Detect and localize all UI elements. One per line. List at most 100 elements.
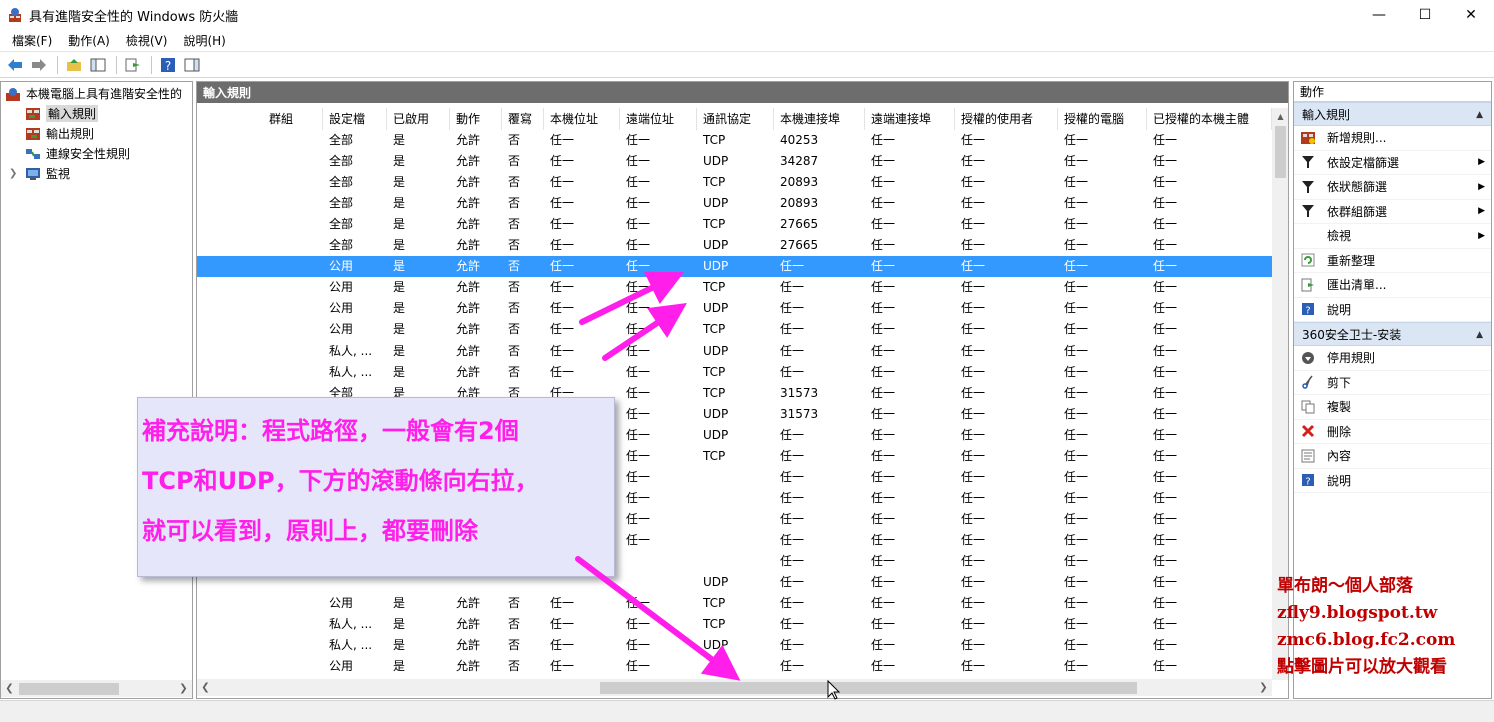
table-cell: 任一 <box>871 175 896 190</box>
action-label: 剪下 <box>1327 375 1352 390</box>
maximize-button[interactable]: ☐ <box>1402 0 1448 30</box>
table-row[interactable]: 公用 是 允許 否 任一 任一 UDP 任一 任一 任一 任一 任一 <box>197 298 1272 319</box>
table-cell: 任一 <box>961 364 986 379</box>
action-item[interactable]: 重新整理 <box>1294 249 1491 273</box>
table-cell: TCP <box>703 364 726 379</box>
column-header[interactable]: 已啟用 <box>387 108 450 130</box>
action-item[interactable]: 新增規則... <box>1294 126 1491 151</box>
action-item[interactable]: 刪除 <box>1294 420 1491 444</box>
tree-horizontal-scrollbar[interactable]: ❮ ❯ <box>1 680 192 697</box>
column-header[interactable]: 本機位址 <box>544 108 620 130</box>
action-item[interactable]: 匯出清單... <box>1294 273 1491 298</box>
table-row[interactable]: 全部 是 允許 否 任一 任一 UDP 27665 任一 任一 任一 任一 <box>197 235 1272 256</box>
action-label: 重新整理 <box>1327 253 1376 268</box>
table-cell: 任一 <box>1064 617 1089 632</box>
menu-action[interactable]: 動作(A) <box>60 32 118 49</box>
scroll-left-arrow-icon[interactable]: ❮ <box>197 679 214 696</box>
tree-item-outbound-rules[interactable]: 輸出規則 <box>25 124 94 143</box>
table-cell: 任一 <box>1153 596 1178 611</box>
scroll-up-arrow-icon[interactable]: ▲ <box>1272 108 1288 125</box>
table-cell: 是 <box>393 617 406 632</box>
action-item[interactable]: 停用規則 <box>1294 346 1491 371</box>
table-cell: 任一 <box>1153 638 1178 653</box>
back-arrow-icon[interactable] <box>4 54 26 76</box>
table-row[interactable]: 公用 是 允許 否 任一 任一 TCP 任一 任一 任一 任一 任一 <box>197 319 1272 340</box>
table-cell: 任一 <box>626 638 651 653</box>
menu-file[interactable]: 檔案(F) <box>4 32 60 49</box>
export-list-icon[interactable] <box>122 54 144 76</box>
table-row[interactable]: 私人, ... 是 允許 否 任一 任一 UDP 任一 任一 任一 任一 任一 <box>197 341 1272 362</box>
table-cell: 任一 <box>550 280 575 295</box>
action-item[interactable]: 依狀態篩選 ▶ <box>1294 175 1491 200</box>
table-cell: 允許 <box>456 659 481 674</box>
action-item[interactable]: 剪下 <box>1294 371 1491 395</box>
actions-section-rule[interactable]: 360安全卫士-安装 ▲ <box>1294 322 1491 346</box>
action-item[interactable]: ? 說明 <box>1294 298 1491 322</box>
column-header[interactable]: 動作 <box>450 108 502 130</box>
action-item[interactable]: 複製 <box>1294 395 1491 420</box>
scroll-right-arrow-icon[interactable]: ❯ <box>1255 679 1272 696</box>
horizontal-scrollbar[interactable]: ❮ ❯ <box>197 679 1272 696</box>
table-row[interactable]: 私人, ... 是 允許 否 任一 任一 UDP 任一 任一 任一 任一 任一 <box>197 635 1272 656</box>
action-item[interactable]: ? 說明 <box>1294 469 1491 493</box>
show-action-pane-icon[interactable] <box>181 54 203 76</box>
actions-section-inbound[interactable]: 輸入規則 ▲ <box>1294 102 1491 126</box>
tree-label: 輸入規則 <box>46 105 99 122</box>
column-header[interactable]: 授權的電腦 <box>1058 108 1147 130</box>
table-row[interactable]: 私人, ... 是 允許 否 任一 任一 TCP 任一 任一 任一 任一 任一 <box>197 362 1272 383</box>
tree-item-monitoring[interactable]: 監視 <box>25 164 70 183</box>
close-button[interactable]: ✕ <box>1448 0 1494 30</box>
table-row[interactable]: 全部 是 允許 否 任一 任一 UDP 20893 任一 任一 任一 任一 <box>197 193 1272 214</box>
column-header[interactable]: 覆寫 <box>502 108 544 130</box>
tree-item-connection-security-rules[interactable]: 連線安全性規則 <box>25 144 130 163</box>
column-header[interactable]: 設定檔 <box>323 108 387 130</box>
menu-view[interactable]: 檢視(V) <box>118 32 176 49</box>
scroll-thumb[interactable] <box>600 682 1137 694</box>
collapse-up-icon[interactable]: ▲ <box>1476 323 1483 347</box>
table-cell: 任一 <box>1064 659 1089 674</box>
collapse-up-icon[interactable]: ▲ <box>1476 103 1483 127</box>
show-tree-icon[interactable] <box>87 54 109 76</box>
table-row[interactable]: 全部 是 允許 否 任一 任一 UDP 34287 任一 任一 任一 任一 <box>197 151 1272 172</box>
table-cell: 任一 <box>550 659 575 674</box>
table-row[interactable]: 全部 是 允許 否 任一 任一 TCP 27665 任一 任一 任一 任一 <box>197 214 1272 235</box>
table-cell: 任一 <box>961 259 986 274</box>
table-row[interactable]: 全部 是 允許 否 任一 任一 TCP 20893 任一 任一 任一 任一 <box>197 172 1272 193</box>
table-row[interactable]: 公用 是 允許 否 任一 任一 UDP 任一 任一 任一 任一 任一 <box>197 256 1272 278</box>
column-header[interactable]: 授權的使用者 <box>955 108 1058 130</box>
scroll-right-arrow-icon[interactable]: ❯ <box>175 680 192 697</box>
table-row[interactable]: 公用 是 允許 否 任一 任一 TCP 任一 任一 任一 任一 任一 <box>197 277 1272 298</box>
tree-item-inbound-rules[interactable]: 輸入規則 <box>25 104 99 123</box>
minimize-button[interactable]: — <box>1356 0 1402 30</box>
action-item[interactable]: 依群組篩選 ▶ <box>1294 200 1491 224</box>
chevron-right-icon[interactable]: ❯ <box>9 168 17 179</box>
table-cell: 任一 <box>550 364 575 379</box>
column-header[interactable]: 遠端位址 <box>620 108 697 130</box>
table-cell: 任一 <box>1064 511 1089 526</box>
column-header[interactable]: 通訊協定 <box>697 108 774 130</box>
menu-help[interactable]: 說明(H) <box>175 32 233 49</box>
table-cell: 任一 <box>1064 575 1089 590</box>
tree-root[interactable]: 本機電腦上具有進階安全性的 <box>5 84 182 103</box>
action-item[interactable]: 依設定檔篩選 ▶ <box>1294 151 1491 175</box>
table-row[interactable]: 公用 是 允許 否 任一 任一 TCP 任一 任一 任一 任一 任一 <box>197 593 1272 614</box>
column-header[interactable]: 遠端連接埠 <box>865 108 955 130</box>
help-icon[interactable]: ? <box>157 54 179 76</box>
column-header[interactable]: 本機連接埠 <box>774 108 865 130</box>
table-cell: 任一 <box>1153 364 1178 379</box>
scroll-thumb[interactable] <box>19 683 119 695</box>
column-header[interactable]: 已授權的本機主體 <box>1147 108 1272 130</box>
up-folder-icon[interactable] <box>63 54 85 76</box>
table-cell: TCP <box>703 217 726 232</box>
table-row[interactable]: 私人, ... 是 允許 否 任一 任一 TCP 任一 任一 任一 任一 任一 <box>197 614 1272 635</box>
scroll-left-arrow-icon[interactable]: ❮ <box>1 680 18 697</box>
action-item[interactable]: 內容 <box>1294 444 1491 469</box>
table-cell: 任一 <box>1064 406 1089 421</box>
table-row[interactable]: 公用 是 允許 否 任一 任一 任一 任一 任一 任一 任一 <box>197 656 1272 677</box>
forward-arrow-icon[interactable] <box>28 54 50 76</box>
column-header[interactable]: 群組 <box>263 108 323 130</box>
action-item[interactable]: 檢視 ▶ <box>1294 224 1491 249</box>
table-row[interactable]: 全部 是 允許 否 任一 任一 TCP 40253 任一 任一 任一 任一 <box>197 130 1272 151</box>
table-cell: 否 <box>508 154 521 169</box>
scroll-thumb[interactable] <box>1275 126 1286 178</box>
